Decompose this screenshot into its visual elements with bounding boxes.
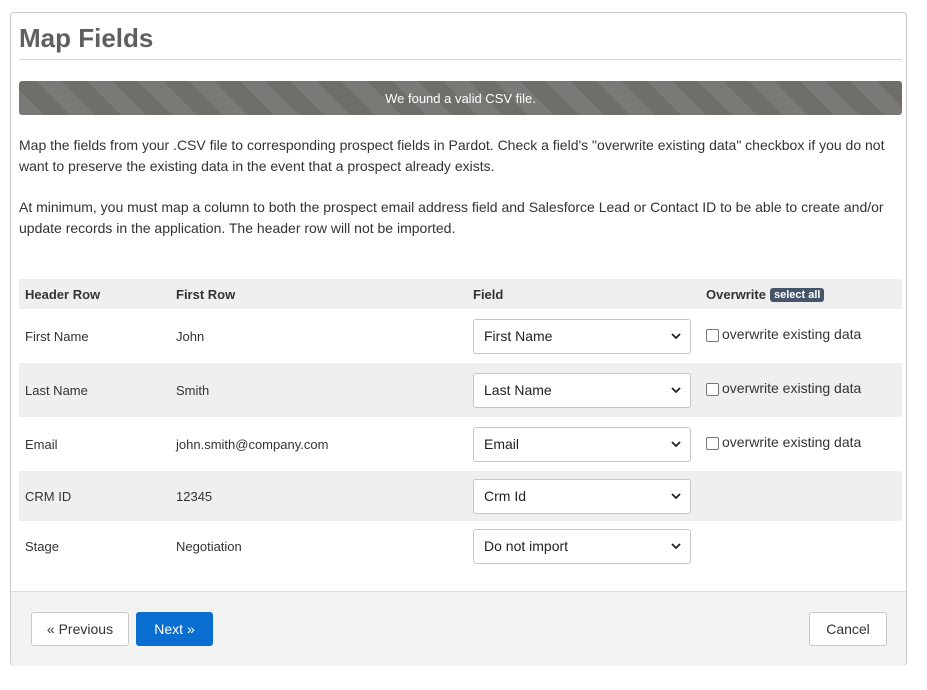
table-row: Last Name Smith Last Name overwrite exis… [19, 363, 902, 417]
row-overwrite-cell: overwrite existing data [700, 363, 902, 417]
field-select[interactable]: Last Name [473, 372, 691, 408]
row-field-cell: Crm Id [467, 471, 700, 521]
title-divider [19, 59, 902, 60]
row-overwrite-cell: overwrite existing data [700, 417, 902, 471]
table-row: First Name John First Name overwrite exi… [19, 309, 902, 363]
overwrite-checkbox[interactable] [706, 329, 719, 342]
chevron-down-icon [671, 542, 681, 549]
row-header-cell: Last Name [19, 363, 170, 417]
table-row: Stage Negotiation Do not import [19, 521, 902, 571]
row-first-cell: Smith [170, 363, 467, 417]
table-row: CRM ID 12345 Crm Id [19, 471, 902, 521]
row-first-cell: 12345 [170, 471, 467, 521]
map-fields-panel: Map Fields We found a valid CSV file. Ma… [10, 12, 907, 666]
overwrite-header-label: Overwrite [706, 286, 766, 302]
alert-text: We found a valid CSV file. [385, 90, 536, 106]
field-select[interactable]: Do not import [473, 528, 691, 564]
chevron-down-icon [671, 440, 681, 447]
row-field-cell: Do not import [467, 521, 700, 571]
table-row: Email john.smith@company.com Email overw… [19, 417, 902, 471]
field-select-value: Last Name [484, 382, 552, 398]
col-first-row: First Row [170, 279, 467, 309]
field-select[interactable]: Email [473, 426, 691, 462]
field-select-value: Email [484, 436, 520, 452]
row-field-cell: Email [467, 417, 700, 471]
previous-button[interactable]: « Previous [31, 612, 129, 646]
next-button[interactable]: Next » [136, 612, 213, 646]
col-field: Field [467, 279, 700, 309]
csv-valid-alert: We found a valid CSV file. [19, 81, 902, 115]
row-field-cell: First Name [467, 309, 700, 363]
row-header-cell: Email [19, 417, 170, 471]
cancel-button[interactable]: Cancel [809, 612, 887, 646]
row-header-cell: First Name [19, 309, 170, 363]
overwrite-checkbox[interactable] [706, 383, 719, 396]
row-header-cell: CRM ID [19, 471, 170, 521]
page-title: Map Fields [19, 23, 154, 53]
requirement-text: At minimum, you must map a column to bot… [19, 199, 884, 236]
overwrite-option: overwrite existing data [706, 380, 896, 396]
row-field-cell: Last Name [467, 363, 700, 417]
overwrite-label: overwrite existing data [722, 326, 862, 342]
wizard-footer: « Previous Next » Cancel [11, 591, 906, 666]
row-overwrite-cell: overwrite existing data [700, 309, 902, 363]
row-header-cell: Stage [19, 521, 170, 571]
field-select-value: Crm Id [484, 488, 526, 504]
overwrite-option: overwrite existing data [706, 434, 896, 450]
col-header-row: Header Row [19, 279, 170, 309]
row-first-cell: John [170, 309, 467, 363]
field-select[interactable]: First Name [473, 318, 691, 354]
chevron-down-icon [671, 492, 681, 499]
row-first-cell: Negotiation [170, 521, 467, 571]
chevron-down-icon [671, 332, 681, 339]
field-mapping-table: Header Row First Row Field Overwrite sele… [19, 279, 902, 571]
row-overwrite-cell [700, 471, 902, 521]
field-select-value: Do not import [484, 538, 569, 554]
row-first-cell: john.smith@company.com [170, 417, 467, 471]
intro-text: Map the fields from your .CSV file to co… [19, 137, 885, 174]
row-overwrite-cell [700, 521, 902, 571]
table-header-row: Header Row First Row Field Overwrite sele… [19, 279, 902, 309]
overwrite-label: overwrite existing data [722, 434, 862, 450]
field-select-value: First Name [484, 328, 553, 344]
chevron-down-icon [671, 386, 681, 393]
col-overwrite: Overwrite select all [700, 279, 902, 309]
overwrite-label: overwrite existing data [722, 380, 862, 396]
select-all-button[interactable]: select all [769, 287, 825, 302]
overwrite-checkbox[interactable] [706, 437, 719, 450]
field-select[interactable]: Crm Id [473, 478, 691, 514]
overwrite-option: overwrite existing data [706, 326, 896, 342]
